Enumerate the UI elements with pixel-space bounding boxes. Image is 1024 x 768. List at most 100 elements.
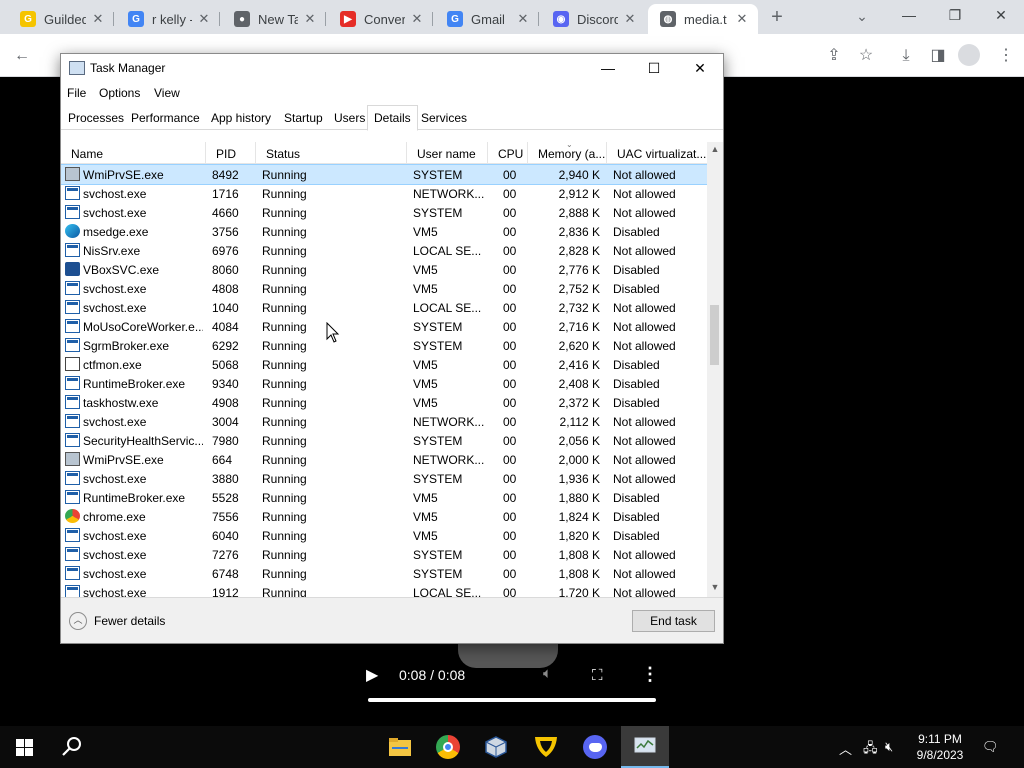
browser-tab[interactable]: ● New Tab✕ [222,4,326,34]
volume-muted-icon[interactable]: 🔇︎ [885,739,893,755]
tab-services[interactable]: Services [415,107,473,130]
table-row[interactable]: VBoxSVC.exe 8060 Running VM5 00 2,776 K Disabl… [61,260,707,279]
side-panel-icon[interactable]: ◨ [926,44,950,68]
clock[interactable]: 9:11 PM 9/8/2023 [912,731,968,763]
scroll-down-icon[interactable]: ▼ [707,582,723,592]
table-row[interactable]: svchost.exe 1040 Running LOCAL SE... 00 2,732… [61,298,707,317]
task-manager-taskbar-icon[interactable] [621,726,669,768]
browser-tab[interactable]: ▶ Convert ✕ [328,4,433,34]
table-row[interactable]: svchost.exe 7276 Running SYSTEM 00 1,808 K Not… [61,545,707,564]
table-row[interactable]: WmiPrvSE.exe 8492 Running SYSTEM 00 2,940 K No… [61,164,708,185]
browser-tab[interactable]: ◉ Discord ✕ [541,4,646,34]
close-button[interactable]: ✕ [677,54,723,82]
volume-icon[interactable]: 🔈︎ [543,665,552,682]
menu-options[interactable]: Options [99,86,140,100]
table-row[interactable]: taskhostw.exe 4908 Running VM5 00 2,372 K Disa… [61,393,707,412]
table-row[interactable]: RuntimeBroker.exe 5528 Running VM5 00 1,880 K… [61,488,707,507]
chevron-up-icon[interactable]: ︿ [839,739,852,758]
scroll-up-icon[interactable]: ▲ [707,144,723,154]
tab-startup[interactable]: Startup [278,107,329,130]
table-row[interactable]: RuntimeBroker.exe 9340 Running VM5 00 2,408 K… [61,374,707,393]
close-tab-icon[interactable]: ✕ [622,11,638,27]
table-row[interactable]: SgrmBroker.exe 6292 Running SYSTEM 00 2,620 K… [61,336,707,355]
fullscreen-icon[interactable]: ⛶ [592,667,603,684]
close-tab-icon[interactable]: ✕ [196,11,212,27]
virtualbox-icon[interactable] [472,726,520,768]
table-row[interactable]: SecurityHealthServic... 7980 Running SYSTEM… [61,431,707,450]
tab-users[interactable]: Users [328,107,371,130]
table-row[interactable]: svchost.exe 3004 Running NETWORK... 00 2,112 … [61,412,707,431]
maximize-button[interactable]: ☐ [631,54,677,82]
column-cpu[interactable]: CPU [488,142,528,164]
profile-avatar[interactable] [958,44,980,66]
table-row[interactable]: MoUsoCoreWorker.e... 4084 Running SYSTEM 00 2… [61,317,707,336]
close-browser-button[interactable]: ✕ [978,4,1024,28]
table-row[interactable]: svchost.exe 6748 Running SYSTEM 00 1,808 K Not… [61,564,707,583]
notification-icon[interactable]: 🗨︎ [982,739,999,755]
close-tab-icon[interactable]: ✕ [90,11,106,27]
minimize-button[interactable]: — [585,54,631,82]
process-memory: 2,912 K [558,187,600,201]
table-row[interactable]: msedge.exe 3756 Running VM5 00 2,836 K Disable… [61,222,707,241]
share-icon[interactable]: ⇪ [822,44,846,68]
close-tab-icon[interactable]: ✕ [734,11,750,27]
column-uac-virtualization[interactable]: UAC virtualizat... [607,142,707,164]
process-user: LOCAL SE... [413,586,482,597]
browser-tab[interactable]: G Gmail ✕ [435,4,539,34]
video-progress-bar[interactable] [368,698,656,702]
table-row[interactable]: NisSrv.exe 6976 Running LOCAL SE... 00 2,828 … [61,241,707,260]
process-uac: Disabled [613,396,660,410]
tab-details[interactable]: Details [367,105,418,131]
table-row[interactable]: WmiPrvSE.exe 664 Running NETWORK... 00 2,000 … [61,450,707,469]
table-row[interactable]: svchost.exe 4808 Running VM5 00 2,752 K Disabl… [61,279,707,298]
download-icon[interactable]: ⤓ [894,44,918,68]
table-row[interactable]: svchost.exe 6040 Running VM5 00 1,820 K Disabl… [61,526,707,545]
table-row[interactable]: svchost.exe 4660 Running SYSTEM 00 2,888 K Not… [61,203,707,222]
back-icon[interactable]: ← [10,44,34,68]
play-icon[interactable]: ▶ [366,665,386,685]
discord-icon[interactable] [571,726,619,768]
chrome-icon[interactable] [424,726,472,768]
file-explorer-icon[interactable] [376,726,424,768]
column-status[interactable]: Status [256,142,407,164]
task-manager-titlebar[interactable]: Task Manager — ☐ ✕ [61,54,723,82]
tab-search-button[interactable]: ⌄ [852,8,872,25]
table-row[interactable]: svchost.exe 1716 Running NETWORK... 00 2,912 … [61,184,707,203]
tab-app-history[interactable]: App history [205,107,277,130]
fewer-details-link[interactable]: Fewer details [94,614,165,628]
browser-tab[interactable]: ◍ media.t ✕ [648,4,758,34]
table-row[interactable]: ctfmon.exe 5068 Running VM5 00 2,416 K Disable… [61,355,707,374]
restore-browser-button[interactable]: ❐ [932,4,978,28]
tab-performance[interactable]: Performance [125,107,206,130]
process-ctf-icon [65,357,80,371]
browser-tab[interactable]: G Guilded ✕ [8,4,114,34]
close-tab-icon[interactable]: ✕ [302,11,318,27]
windows-start-icon[interactable] [0,726,48,768]
minimize-browser-button[interactable]: — [886,4,932,28]
chevron-up-icon[interactable]: ︿ [69,612,87,630]
column-name[interactable]: Name [61,142,206,164]
table-row[interactable]: svchost.exe 3880 Running SYSTEM 00 1,936 K Not… [61,469,707,488]
vertical-scrollbar[interactable]: ▲ ▼ [707,142,723,597]
tab-processes[interactable]: Processes [62,107,130,130]
menu-file[interactable]: File [67,86,86,100]
menu-view[interactable]: View [154,86,180,100]
network-icon[interactable]: 🖧︎ [863,739,878,761]
table-body: WmiPrvSE.exe 8492 Running SYSTEM 00 2,940 K No… [61,164,708,597]
search-icon[interactable] [48,726,96,768]
column-user-name[interactable]: User name [407,142,488,164]
new-tab-button[interactable]: + [766,7,788,29]
table-row[interactable]: chrome.exe 7556 Running VM5 00 1,824 K Disable… [61,507,707,526]
close-tab-icon[interactable]: ✕ [409,11,425,27]
scrollbar-thumb[interactable] [710,305,719,365]
close-tab-icon[interactable]: ✕ [515,11,531,27]
kebab-menu-icon[interactable]: ⋮ [994,44,1018,68]
bookmark-star-icon[interactable]: ☆ [854,44,878,68]
video-more-icon[interactable]: ⋮ [641,664,659,685]
guilded-icon[interactable] [522,726,570,768]
process-memory: 2,776 K [558,263,600,277]
table-row[interactable]: svchost.exe 1912 Running LOCAL SE... 00 1,720… [61,583,707,597]
column-pid[interactable]: PID [206,142,256,164]
end-task-button[interactable]: End task [632,610,715,632]
browser-tab[interactable]: Gr kelly - ✕ [116,4,220,34]
